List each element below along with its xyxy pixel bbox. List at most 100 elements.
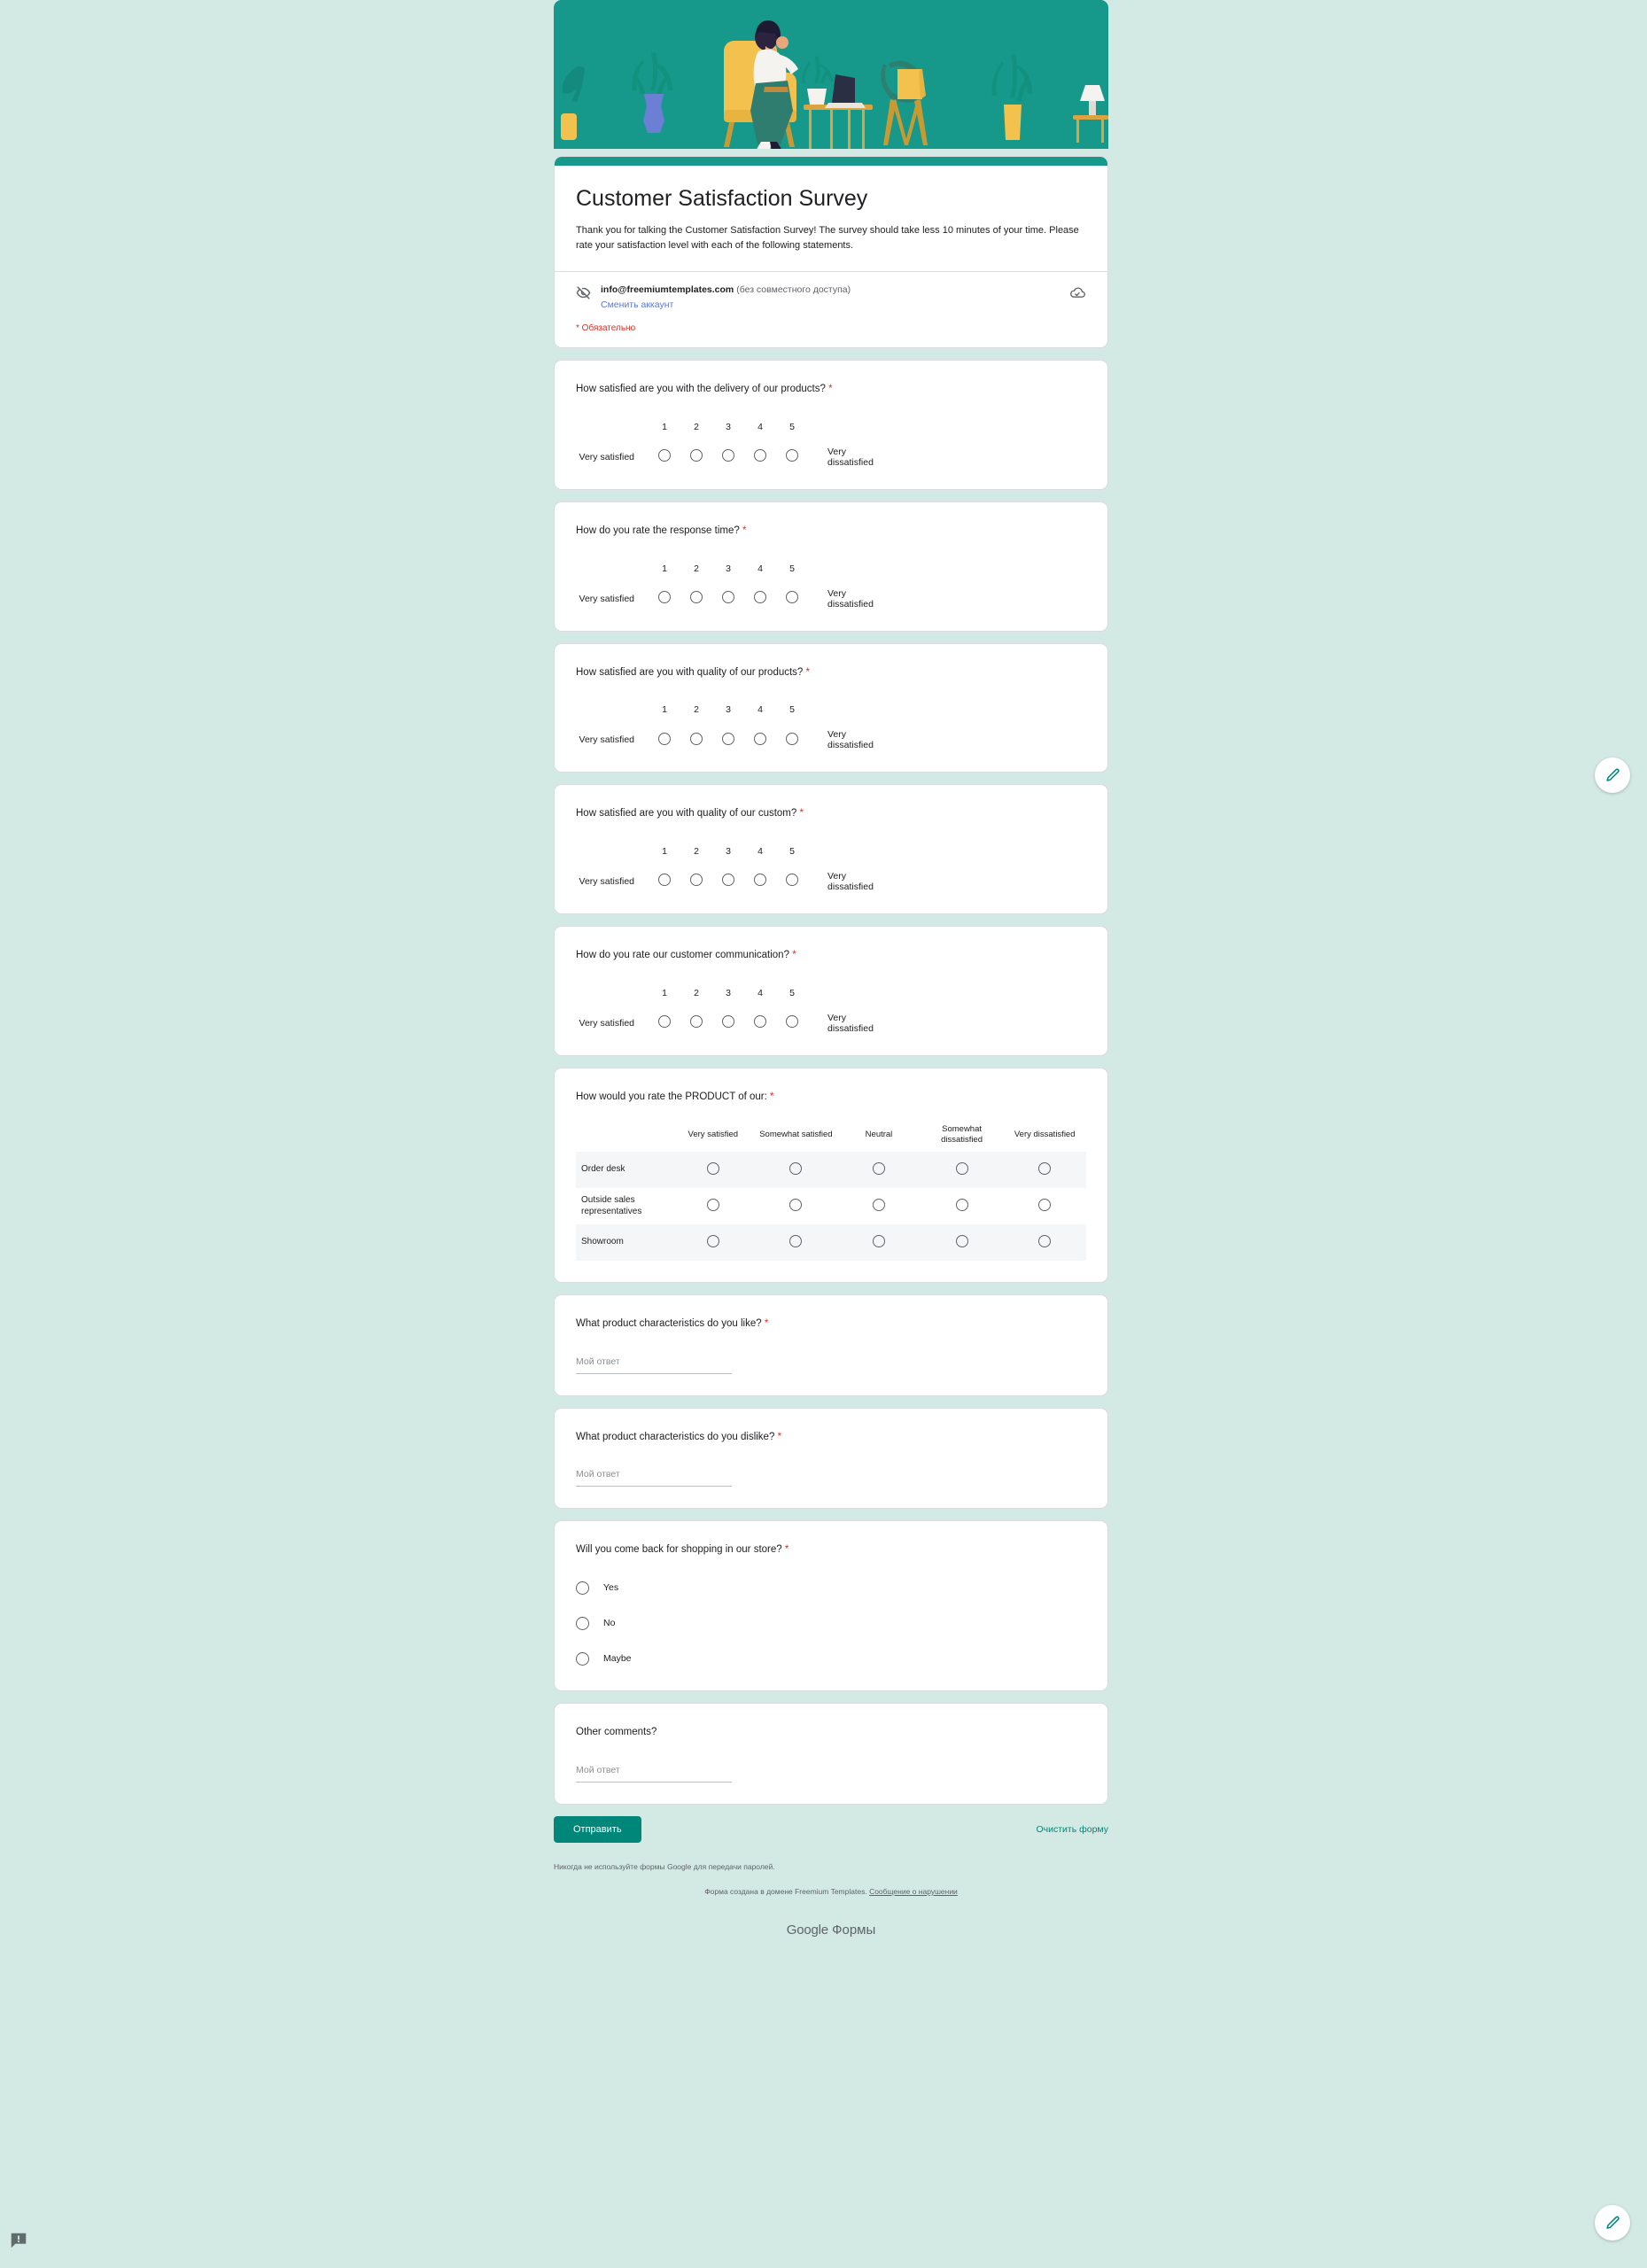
question-card-t1: What product characteristics do you like… bbox=[554, 1294, 1108, 1396]
grid-radio-1-4[interactable] bbox=[955, 1161, 968, 1175]
grid-header-row: Very satisfied Somewhat satisfied Neutra… bbox=[576, 1118, 1086, 1152]
scale-tick-4-q4: 4 bbox=[757, 845, 763, 857]
grid-radio-3-2[interactable] bbox=[789, 1234, 803, 1247]
grid-radio-2-3[interactable] bbox=[872, 1198, 885, 1211]
scale-radio-4-q1[interactable] bbox=[754, 449, 766, 462]
scale-radio-4-q2[interactable] bbox=[754, 591, 766, 604]
required-star-grid: * bbox=[770, 1091, 774, 1102]
linear-scale-q4: 1 2 3 4 5 Very satisfied Very dissatisfi… bbox=[576, 846, 1086, 892]
choice-option-maybe[interactable]: Maybe bbox=[576, 1648, 1086, 1669]
grid-radio-2-2[interactable] bbox=[789, 1198, 803, 1211]
grid-cell-2-2 bbox=[755, 1188, 838, 1224]
scale-radio-5-q5[interactable] bbox=[786, 1015, 798, 1029]
question-text-t1: What product characteristics do you like… bbox=[576, 1318, 762, 1330]
question-title-grid: How would you rate the PRODUCT of our: * bbox=[576, 1090, 1086, 1105]
scale-radio-cell-1-q3 bbox=[649, 732, 680, 748]
page-title: Customer Satisfaction Survey bbox=[576, 186, 868, 211]
scale-tick-3-q3: 3 bbox=[726, 704, 731, 716]
scale-tick-cells-q5: 1 2 3 4 5 bbox=[649, 988, 808, 998]
required-star-q1: * bbox=[828, 384, 833, 395]
linear-scale-q3: 1 2 3 4 5 Very satisfied Very dissatisfi… bbox=[576, 704, 1086, 750]
scale-radio-3-q3[interactable] bbox=[722, 732, 734, 745]
grid-radio-3-5[interactable] bbox=[1038, 1234, 1052, 1247]
switch-account-link[interactable]: Сменить аккаунт bbox=[601, 299, 673, 310]
choice-option-no[interactable]: No bbox=[576, 1612, 1086, 1634]
scale-radio-3-q2[interactable] bbox=[722, 591, 734, 604]
scale-option-row-q2: Very satisfied Very dissatisfied bbox=[576, 588, 1086, 610]
grid-col-header-1: Very satisfied bbox=[688, 1130, 739, 1140]
question-text-t2: What product characteristics do you disl… bbox=[576, 1431, 775, 1442]
short-answer-field-comments[interactable]: Мой ответ bbox=[576, 1765, 732, 1783]
grid-cell-2-3 bbox=[837, 1188, 921, 1224]
scale-radio-2-q1[interactable] bbox=[690, 449, 703, 462]
google-wordmark: Google bbox=[786, 1922, 828, 1938]
scale-radio-5-q3[interactable] bbox=[786, 732, 798, 745]
choice-option-yes[interactable]: Yes bbox=[576, 1577, 1086, 1598]
password-warning: Никогда не используйте формы Google для … bbox=[554, 1861, 775, 1871]
scale-tick-row-q3: 1 2 3 4 5 bbox=[576, 704, 1086, 715]
scale-radio-3-q5[interactable] bbox=[722, 1015, 734, 1029]
scale-radio-3-q4[interactable] bbox=[722, 874, 734, 887]
choice-label-maybe: Maybe bbox=[603, 1653, 632, 1665]
scale-tick-cells-q2: 1 2 3 4 5 bbox=[649, 563, 808, 574]
scale-radio-1-q1[interactable] bbox=[658, 449, 671, 462]
scale-tick-cells-q3: 1 2 3 4 5 bbox=[649, 704, 808, 715]
scale-radio-5-q4[interactable] bbox=[786, 874, 798, 887]
choice-radio-maybe[interactable] bbox=[576, 1651, 589, 1666]
clear-form-link[interactable]: Очистить форму bbox=[1036, 1824, 1108, 1835]
pencil-icon bbox=[1605, 2216, 1620, 2229]
scale-radio-2-q2[interactable] bbox=[690, 591, 703, 604]
grid-col-header-2: Somewhat satisfied bbox=[759, 1130, 833, 1140]
scale-tick-2-q3: 2 bbox=[694, 704, 699, 716]
scale-radio-5-q2[interactable] bbox=[786, 591, 798, 604]
scale-radio-cell-2-q4 bbox=[680, 874, 712, 889]
scale-radio-4-q4[interactable] bbox=[754, 874, 766, 887]
choice-option-list: Yes No Maybe bbox=[576, 1577, 1086, 1669]
scale-tick-3-q1: 3 bbox=[726, 421, 731, 432]
scale-radio-3-q1[interactable] bbox=[722, 449, 734, 462]
choice-radio-yes[interactable] bbox=[576, 1581, 589, 1595]
report-abuse-link[interactable]: Сообщение о нарушении bbox=[869, 1887, 958, 1896]
choice-radio-no[interactable] bbox=[576, 1616, 589, 1630]
grid-radio-3-1[interactable] bbox=[706, 1234, 719, 1247]
scale-tick-5-q5: 5 bbox=[789, 987, 795, 998]
scale-tick-1-q2: 1 bbox=[662, 563, 667, 574]
grid-radio-1-1[interactable] bbox=[706, 1161, 719, 1175]
edit-form-fab-top[interactable] bbox=[1595, 757, 1630, 793]
grid-radio-3-4[interactable] bbox=[955, 1234, 968, 1247]
scale-tick-row-q4: 1 2 3 4 5 bbox=[576, 846, 1086, 857]
scale-radio-4-q3[interactable] bbox=[754, 732, 766, 745]
question-text-grid: How would you rate the PRODUCT of our: bbox=[576, 1091, 767, 1102]
short-answer-field-t1[interactable]: Мой ответ bbox=[576, 1356, 732, 1374]
scale-tick-3-q5: 3 bbox=[726, 987, 731, 998]
form-description: Thank you for talking the Customer Satis… bbox=[576, 225, 1079, 252]
grid-radio-2-1[interactable] bbox=[706, 1198, 719, 1211]
question-title-t1: What product characteristics do you like… bbox=[576, 1317, 1086, 1332]
scale-radio-2-q5[interactable] bbox=[690, 1015, 703, 1029]
grid-cell-1-4 bbox=[920, 1152, 1004, 1189]
scale-radio-1-q5[interactable] bbox=[658, 1015, 671, 1029]
scale-radio-2-q4[interactable] bbox=[690, 874, 703, 887]
scale-radio-1-q2[interactable] bbox=[658, 591, 671, 604]
grid-radio-3-3[interactable] bbox=[872, 1234, 885, 1247]
short-answer-field-t2[interactable]: Мой ответ bbox=[576, 1469, 732, 1487]
grid-radio-2-4[interactable] bbox=[955, 1198, 968, 1211]
grid-radio-1-3[interactable] bbox=[872, 1161, 885, 1175]
scale-radio-cell-5-q2 bbox=[776, 591, 808, 606]
feedback-icon[interactable] bbox=[9, 2231, 28, 2249]
edit-form-fab-bottom[interactable] bbox=[1595, 2205, 1630, 2241]
grid-radio-2-5[interactable] bbox=[1038, 1198, 1052, 1211]
question-text-q1: How satisfied are you with the delivery … bbox=[576, 384, 826, 395]
scale-radio-1-q4[interactable] bbox=[658, 874, 671, 887]
grid-radio-1-5[interactable] bbox=[1038, 1161, 1052, 1175]
grid-cell-1-5 bbox=[1003, 1152, 1086, 1189]
scale-tick-cells-q1: 1 2 3 4 5 bbox=[649, 422, 808, 432]
grid-radio-1-2[interactable] bbox=[789, 1161, 803, 1175]
submit-button[interactable]: Отправить bbox=[554, 1815, 641, 1843]
scale-radio-4-q5[interactable] bbox=[754, 1015, 766, 1029]
scale-radio-1-q3[interactable] bbox=[658, 732, 671, 745]
grid-cell-2-1 bbox=[672, 1188, 755, 1224]
required-star-choice: * bbox=[784, 1544, 789, 1556]
scale-radio-2-q3[interactable] bbox=[690, 732, 703, 745]
scale-radio-5-q1[interactable] bbox=[786, 449, 798, 462]
